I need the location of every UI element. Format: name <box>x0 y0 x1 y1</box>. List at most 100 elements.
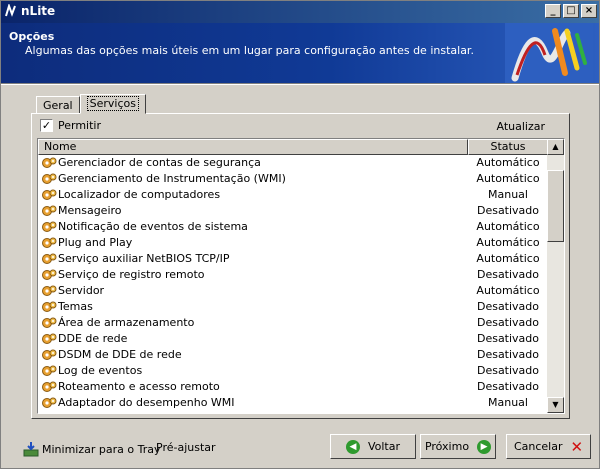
service-status: Desativado <box>476 332 540 345</box>
service-gears-icon <box>42 237 57 248</box>
cancel-x-icon: ✕ <box>570 437 584 456</box>
table-row[interactable]: Adaptador do desempenho WMI Manual <box>38 395 548 411</box>
service-name: Notificação de eventos de sistema <box>58 220 248 233</box>
service-name: Servidor <box>58 284 105 297</box>
nlite-window: nLite _ □ × Opções Algumas das opções ma… <box>0 0 600 469</box>
list-header: Nome Status <box>38 139 548 155</box>
service-gears-icon <box>42 349 57 360</box>
back-label: Voltar <box>367 440 401 453</box>
table-row[interactable]: Notificação de eventos de sistema Automát… <box>38 219 548 235</box>
tab-geral[interactable]: Geral <box>36 96 80 114</box>
service-name: Serviço auxiliar NetBIOS TCP/IP <box>58 252 230 265</box>
nlite-logo-icon <box>5 4 16 17</box>
table-row[interactable]: Servidor Automático <box>38 283 548 299</box>
service-status: Automático <box>476 220 540 233</box>
list-rows: Gerenciador de contas de segurança Automá… <box>38 155 548 411</box>
service-status: Desativado <box>476 348 540 361</box>
service-status: Manual <box>488 188 528 201</box>
service-status: Desativado <box>476 316 540 329</box>
vertical-scrollbar[interactable]: ▲ ▼ <box>547 139 564 413</box>
minimize-to-tray-button[interactable]: Minimizar para o Tray <box>23 441 160 457</box>
table-row[interactable]: Temas Desativado <box>38 299 548 315</box>
scroll-down-button[interactable]: ▼ <box>547 397 564 413</box>
table-row[interactable]: Plug and Play Automático <box>38 235 548 251</box>
service-gears-icon <box>42 205 57 216</box>
tab-geral-label: Geral <box>43 99 73 112</box>
service-gears-icon <box>42 157 57 168</box>
table-row[interactable]: DSDM de DDE de rede Desativado <box>38 347 548 363</box>
table-row[interactable]: DDE de rede Desativado <box>38 331 548 347</box>
scroll-up-button[interactable]: ▲ <box>547 139 564 155</box>
service-status: Desativado <box>476 300 540 313</box>
service-gears-icon <box>42 221 57 232</box>
service-gears-icon <box>42 317 57 328</box>
service-name: Roteamento e acesso remoto <box>58 380 220 393</box>
service-status: Desativado <box>476 364 540 377</box>
services-list[interactable]: Nome Status Gerenciador de contas de seg… <box>37 138 565 414</box>
service-gears-icon <box>42 397 57 408</box>
maximize-window-button[interactable]: □ <box>563 4 579 18</box>
service-name: Localizador de computadores <box>58 188 221 201</box>
scrollbar-thumb[interactable] <box>547 170 564 242</box>
preset-button[interactable]: Pré-ajustar <box>156 441 216 454</box>
page-subtitle: Algumas das opções mais úteis em um luga… <box>25 44 474 57</box>
header-separator <box>1 83 599 85</box>
table-row[interactable]: Área de armazenamento Desativado <box>38 315 548 331</box>
nlite-banner-logo-icon <box>505 23 593 83</box>
service-status: Automático <box>476 156 540 169</box>
permit-checkbox[interactable]: ✓ <box>40 119 53 132</box>
back-arrow-icon: ◀ <box>345 439 360 454</box>
next-arrow-icon: ▶ <box>477 439 492 454</box>
table-row[interactable]: Localizador de computadores Manual <box>38 187 548 203</box>
tab-strip: Geral Serviços <box>36 94 146 114</box>
permit-label: Permitir <box>58 119 102 132</box>
tab-servicos-label: Serviços <box>86 96 139 111</box>
table-row[interactable]: Serviço auxiliar NetBIOS TCP/IP Automátic… <box>38 251 548 267</box>
service-name: Serviço de registro remoto <box>58 268 205 281</box>
table-row[interactable]: Serviço de registro remoto Desativado <box>38 267 548 283</box>
service-gears-icon <box>42 189 57 200</box>
service-status: Desativado <box>476 204 540 217</box>
permit-checkbox-row[interactable]: ✓ Permitir <box>40 119 101 132</box>
service-gears-icon <box>42 269 57 280</box>
service-name: Adaptador do desempenho WMI <box>58 396 235 409</box>
cancel-button[interactable]: Cancelar ✕ <box>506 434 591 459</box>
column-header-status[interactable]: Status <box>468 139 548 155</box>
service-name: Gerenciamento de Instrumentação (WMI) <box>58 172 286 185</box>
window-title: nLite <box>21 4 56 18</box>
table-row[interactable]: Mensageiro Desativado <box>38 203 548 219</box>
next-label: Próximo <box>424 440 470 453</box>
service-gears-icon <box>42 365 57 376</box>
back-button[interactable]: ◀ Voltar <box>330 434 416 459</box>
table-row[interactable]: Gerenciamento de Instrumentação (WMI) Aut… <box>38 171 548 187</box>
column-header-name[interactable]: Nome <box>38 139 468 155</box>
cancel-label: Cancelar <box>513 440 563 453</box>
service-name: Área de armazenamento <box>58 316 195 329</box>
minimize-window-button[interactable]: _ <box>545 4 561 18</box>
service-gears-icon <box>42 381 57 392</box>
service-status: Automático <box>476 252 540 265</box>
service-name: Gerenciador de contas de segurança <box>58 156 261 169</box>
service-name: DDE de rede <box>58 332 128 345</box>
table-row[interactable]: Gerenciador de contas de segurança Automá… <box>38 155 548 171</box>
footer-bar: Minimizar para o Tray Pré-ajustar ◀ Volt… <box>1 425 599 469</box>
service-status: Desativado <box>476 380 540 393</box>
window-controls: _ □ × <box>545 4 597 18</box>
table-row[interactable]: Roteamento e acesso remoto Desativado <box>38 379 548 395</box>
minimize-to-tray-label: Minimizar para o Tray <box>42 442 161 456</box>
service-status: Desativado <box>476 268 540 281</box>
title-bar[interactable]: nLite _ □ × <box>1 1 599 23</box>
service-gears-icon <box>42 173 57 184</box>
next-button[interactable]: Próximo ▶ <box>420 434 496 459</box>
services-panel: ✓ Permitir Atualizar Nome Status Gerenci… <box>31 113 570 419</box>
refresh-link[interactable]: Atualizar <box>496 120 545 133</box>
page-title: Opções <box>9 30 55 43</box>
service-gears-icon <box>42 301 57 312</box>
service-gears-icon <box>42 333 57 344</box>
service-name: Temas <box>58 300 93 313</box>
tab-servicos[interactable]: Serviços <box>79 94 146 114</box>
table-row[interactable]: Log de eventos Desativado <box>38 363 548 379</box>
service-gears-icon <box>42 285 57 296</box>
close-window-button[interactable]: × <box>581 4 597 18</box>
page-header: Opções Algumas das opções mais úteis em … <box>1 23 599 83</box>
